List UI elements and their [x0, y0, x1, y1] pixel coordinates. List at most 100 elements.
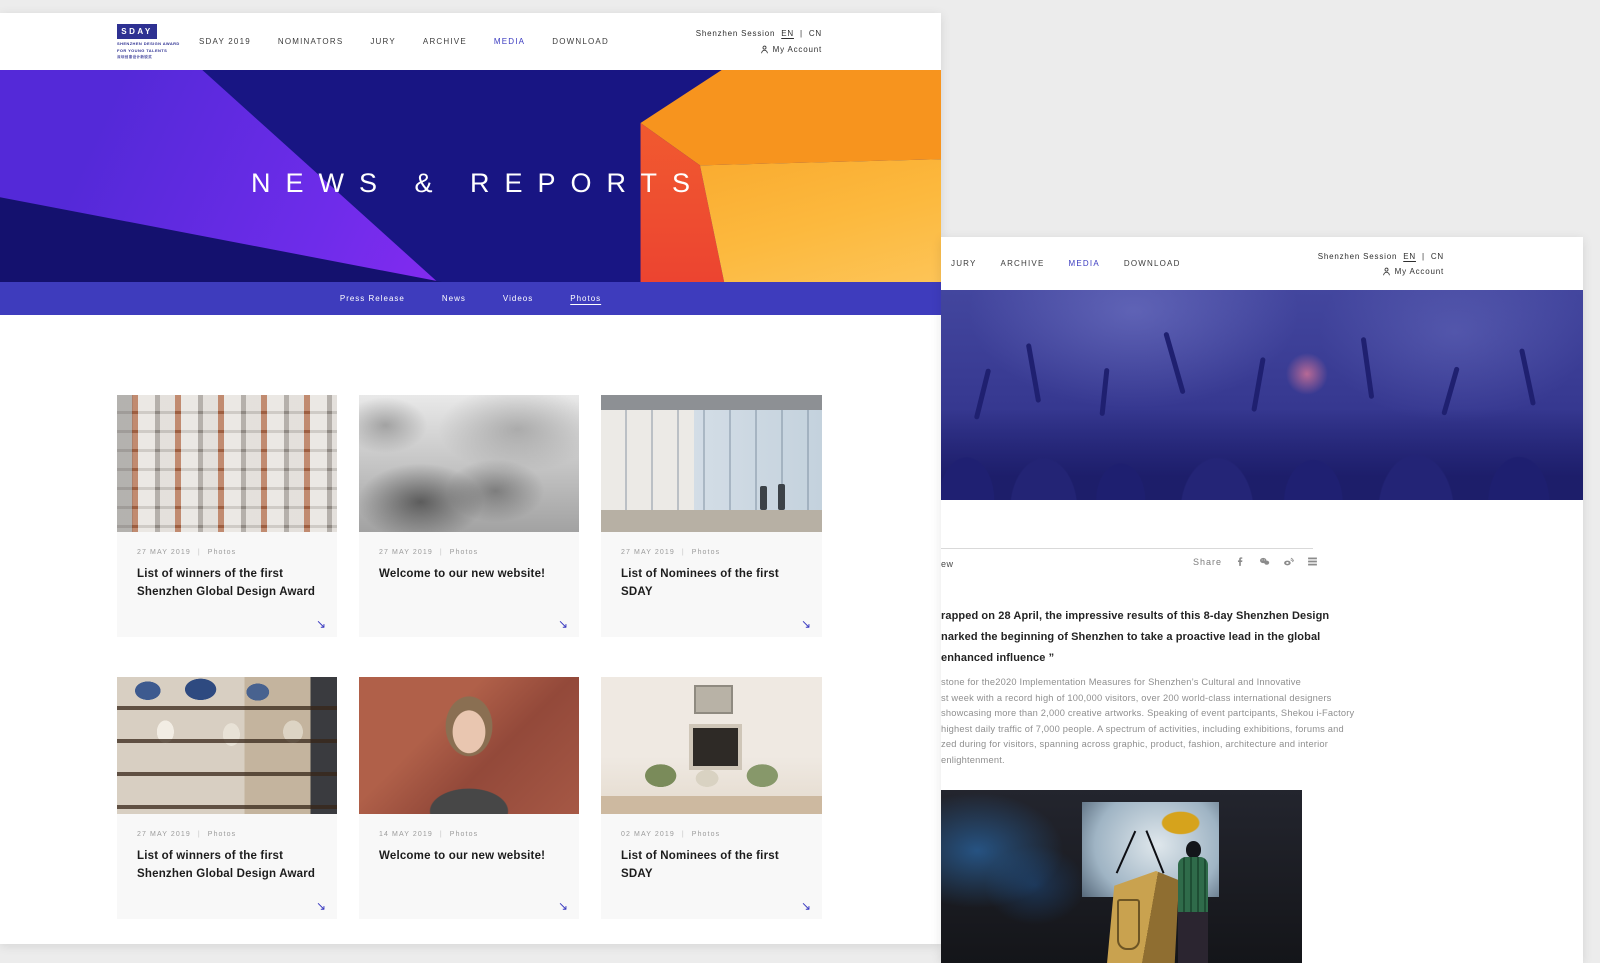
sday-media-page: SDAY SHENZHEN DESIGN AWARD FOR YOUNG TAL…	[0, 13, 941, 944]
nav-download[interactable]: DOWNLOAD	[1124, 259, 1181, 268]
arrow-down-right-icon[interactable]: ↘	[316, 899, 326, 913]
wechat-icon[interactable]	[1259, 556, 1270, 567]
card-category: Photos	[450, 549, 478, 556]
nav-sday-2019[interactable]: SDAY 2019	[199, 37, 251, 46]
card-date: 27 MAY 2019	[137, 549, 191, 556]
header-utilities: Shenzhen Session EN | CN My Account	[696, 13, 822, 70]
card-photo-building[interactable]	[117, 395, 337, 532]
lang-en-link[interactable]: EN	[781, 29, 794, 38]
my-account-link[interactable]: My Account	[760, 45, 822, 54]
card-photo-shelves[interactable]	[117, 677, 337, 814]
card-category: Photos	[692, 549, 720, 556]
dateline-divider: |	[682, 549, 685, 556]
page-title: NEWS & REPORTS	[0, 168, 941, 199]
card-meta: 27 MAY 2019 | Photos List of winners of …	[117, 532, 337, 637]
photo-card[interactable]: 27 MAY 2019 | Photos List of winners of …	[117, 395, 337, 637]
sday-logo-subline: FOR YOUNG TALENTS	[117, 48, 180, 53]
session-label: Shenzhen Session	[1318, 252, 1398, 261]
nav-nominators[interactable]: NOMINATORS	[278, 37, 343, 46]
weibo-icon[interactable]	[1283, 556, 1294, 567]
lang-cn-link[interactable]: CN	[809, 29, 822, 38]
card-photo-city-model[interactable]	[359, 395, 579, 532]
card-title: List of winners of the first Shenzhen Gl…	[137, 566, 317, 602]
photo-card[interactable]: 27 MAY 2019 | Photos Welcome to our new …	[359, 395, 579, 637]
sday-logo[interactable]: SDAY SHENZHEN DESIGN AWARD FOR YOUNG TAL…	[117, 24, 180, 60]
card-meta: 27 MAY 2019 | Photos Welcome to our new …	[359, 532, 579, 637]
dateline-divider: |	[440, 549, 443, 556]
dateline-divider: |	[440, 831, 443, 838]
card-photo-portrait[interactable]	[359, 677, 579, 814]
subnav-videos[interactable]: Videos	[503, 294, 533, 303]
my-account-link[interactable]: My Account	[1382, 267, 1444, 276]
arrow-down-right-icon[interactable]: ↘	[316, 617, 326, 631]
speaker-figure	[1176, 841, 1216, 963]
card-date: 27 MAY 2019	[137, 831, 191, 838]
desktop-canvas: SDAY SHENZHEN DESIGN AWARD FOR YOUNG TAL…	[0, 0, 1600, 963]
arrow-down-right-icon[interactable]: ↘	[558, 899, 568, 913]
my-account-label: My Account	[1395, 267, 1444, 276]
article-hero-image: eek Concluded with Huge Success	[941, 290, 1583, 500]
toolbar-divider	[941, 548, 1313, 549]
facebook-icon[interactable]	[1235, 556, 1246, 567]
lang-divider: |	[800, 29, 803, 38]
nav-jury[interactable]: JURY	[951, 259, 977, 268]
list-share-icon[interactable]	[1307, 556, 1318, 567]
body-line: showcasing more than 2,000 creative artw…	[941, 706, 1317, 722]
nav-archive[interactable]: ARCHIVE	[1001, 259, 1045, 268]
card-meta: 02 MAY 2019 | Photos List of Nominees of…	[601, 814, 822, 919]
card-date: 27 MAY 2019	[621, 549, 675, 556]
arrow-down-right-icon[interactable]: ↘	[801, 617, 811, 631]
body-line: st week with a record high of 100,000 vi…	[941, 691, 1317, 707]
dateline-divider: |	[198, 831, 201, 838]
back-to-overview-link[interactable]: ew	[941, 559, 954, 569]
card-category: Photos	[692, 831, 720, 838]
card-dateline: 14 MAY 2019 | Photos	[379, 831, 559, 838]
card-title: Welcome to our new website!	[379, 566, 559, 584]
dateline-divider: |	[682, 831, 685, 838]
lang-en-link[interactable]: EN	[1403, 252, 1416, 261]
card-photo-living-room[interactable]	[601, 677, 822, 814]
subnav-photos[interactable]: Photos	[570, 294, 601, 303]
subnav-press-release[interactable]: Press Release	[340, 294, 405, 303]
card-dateline: 27 MAY 2019 | Photos	[621, 549, 802, 556]
share-row: Share	[1193, 556, 1318, 567]
person-icon	[760, 45, 769, 54]
card-dateline: 02 MAY 2019 | Photos	[621, 831, 802, 838]
photo-card[interactable]: 02 MAY 2019 | Photos List of Nominees of…	[601, 677, 822, 919]
card-title: List of Nominees of the first SDAY	[621, 566, 802, 602]
card-title: Welcome to our new website!	[379, 848, 559, 866]
session-label: Shenzhen Session	[696, 29, 776, 38]
share-label: Share	[1193, 557, 1222, 567]
media-subnav: Press Release News Videos Photos	[0, 282, 941, 315]
photo-card[interactable]: 14 MAY 2019 | Photos Welcome to our new …	[359, 677, 579, 919]
subnav-news[interactable]: News	[442, 294, 466, 303]
article-page: JURY ARCHIVE MEDIA DOWNLOAD Shenzhen Ses…	[941, 237, 1583, 963]
card-dateline: 27 MAY 2019 | Photos	[137, 549, 317, 556]
arrow-down-right-icon[interactable]: ↘	[558, 617, 568, 631]
body-line: enlightenment.	[941, 753, 1317, 769]
nav-download[interactable]: DOWNLOAD	[552, 37, 609, 46]
session-lang-row: Shenzhen Session EN | CN	[1318, 252, 1444, 261]
main-nav: SDAY 2019 NOMINATORS JURY ARCHIVE MEDIA …	[199, 13, 609, 70]
card-meta: 27 MAY 2019 | Photos List of winners of …	[117, 814, 337, 919]
photo-card[interactable]: 27 MAY 2019 | Photos List of winners of …	[117, 677, 337, 919]
nav-media[interactable]: MEDIA	[1069, 259, 1100, 268]
my-account-label: My Account	[773, 45, 822, 54]
card-meta: 27 MAY 2019 | Photos List of Nominees of…	[601, 532, 822, 637]
nav-jury[interactable]: JURY	[370, 37, 396, 46]
card-dateline: 27 MAY 2019 | Photos	[137, 831, 317, 838]
article-main-nav: JURY ARCHIVE MEDIA DOWNLOAD	[951, 237, 1181, 290]
arrow-down-right-icon[interactable]: ↘	[801, 899, 811, 913]
body-line: zed during for visitors, spanning across…	[941, 737, 1317, 753]
card-photo-office[interactable]	[601, 395, 822, 532]
lang-cn-link[interactable]: CN	[1431, 252, 1444, 261]
quote-line: narked the beginning of Shenzhen to take…	[941, 627, 1313, 648]
nav-archive[interactable]: ARCHIVE	[423, 37, 467, 46]
card-title: List of Nominees of the first SDAY	[621, 848, 802, 884]
photo-card[interactable]: 27 MAY 2019 | Photos List of Nominees of…	[601, 395, 822, 637]
photo-card-grid: 27 MAY 2019 | Photos List of winners of …	[117, 395, 822, 919]
sday-logo-mark: SDAY	[117, 24, 157, 39]
nav-media[interactable]: MEDIA	[494, 37, 525, 46]
card-meta: 14 MAY 2019 | Photos Welcome to our new …	[359, 814, 579, 919]
quote-line: enhanced influence ”	[941, 648, 1313, 669]
